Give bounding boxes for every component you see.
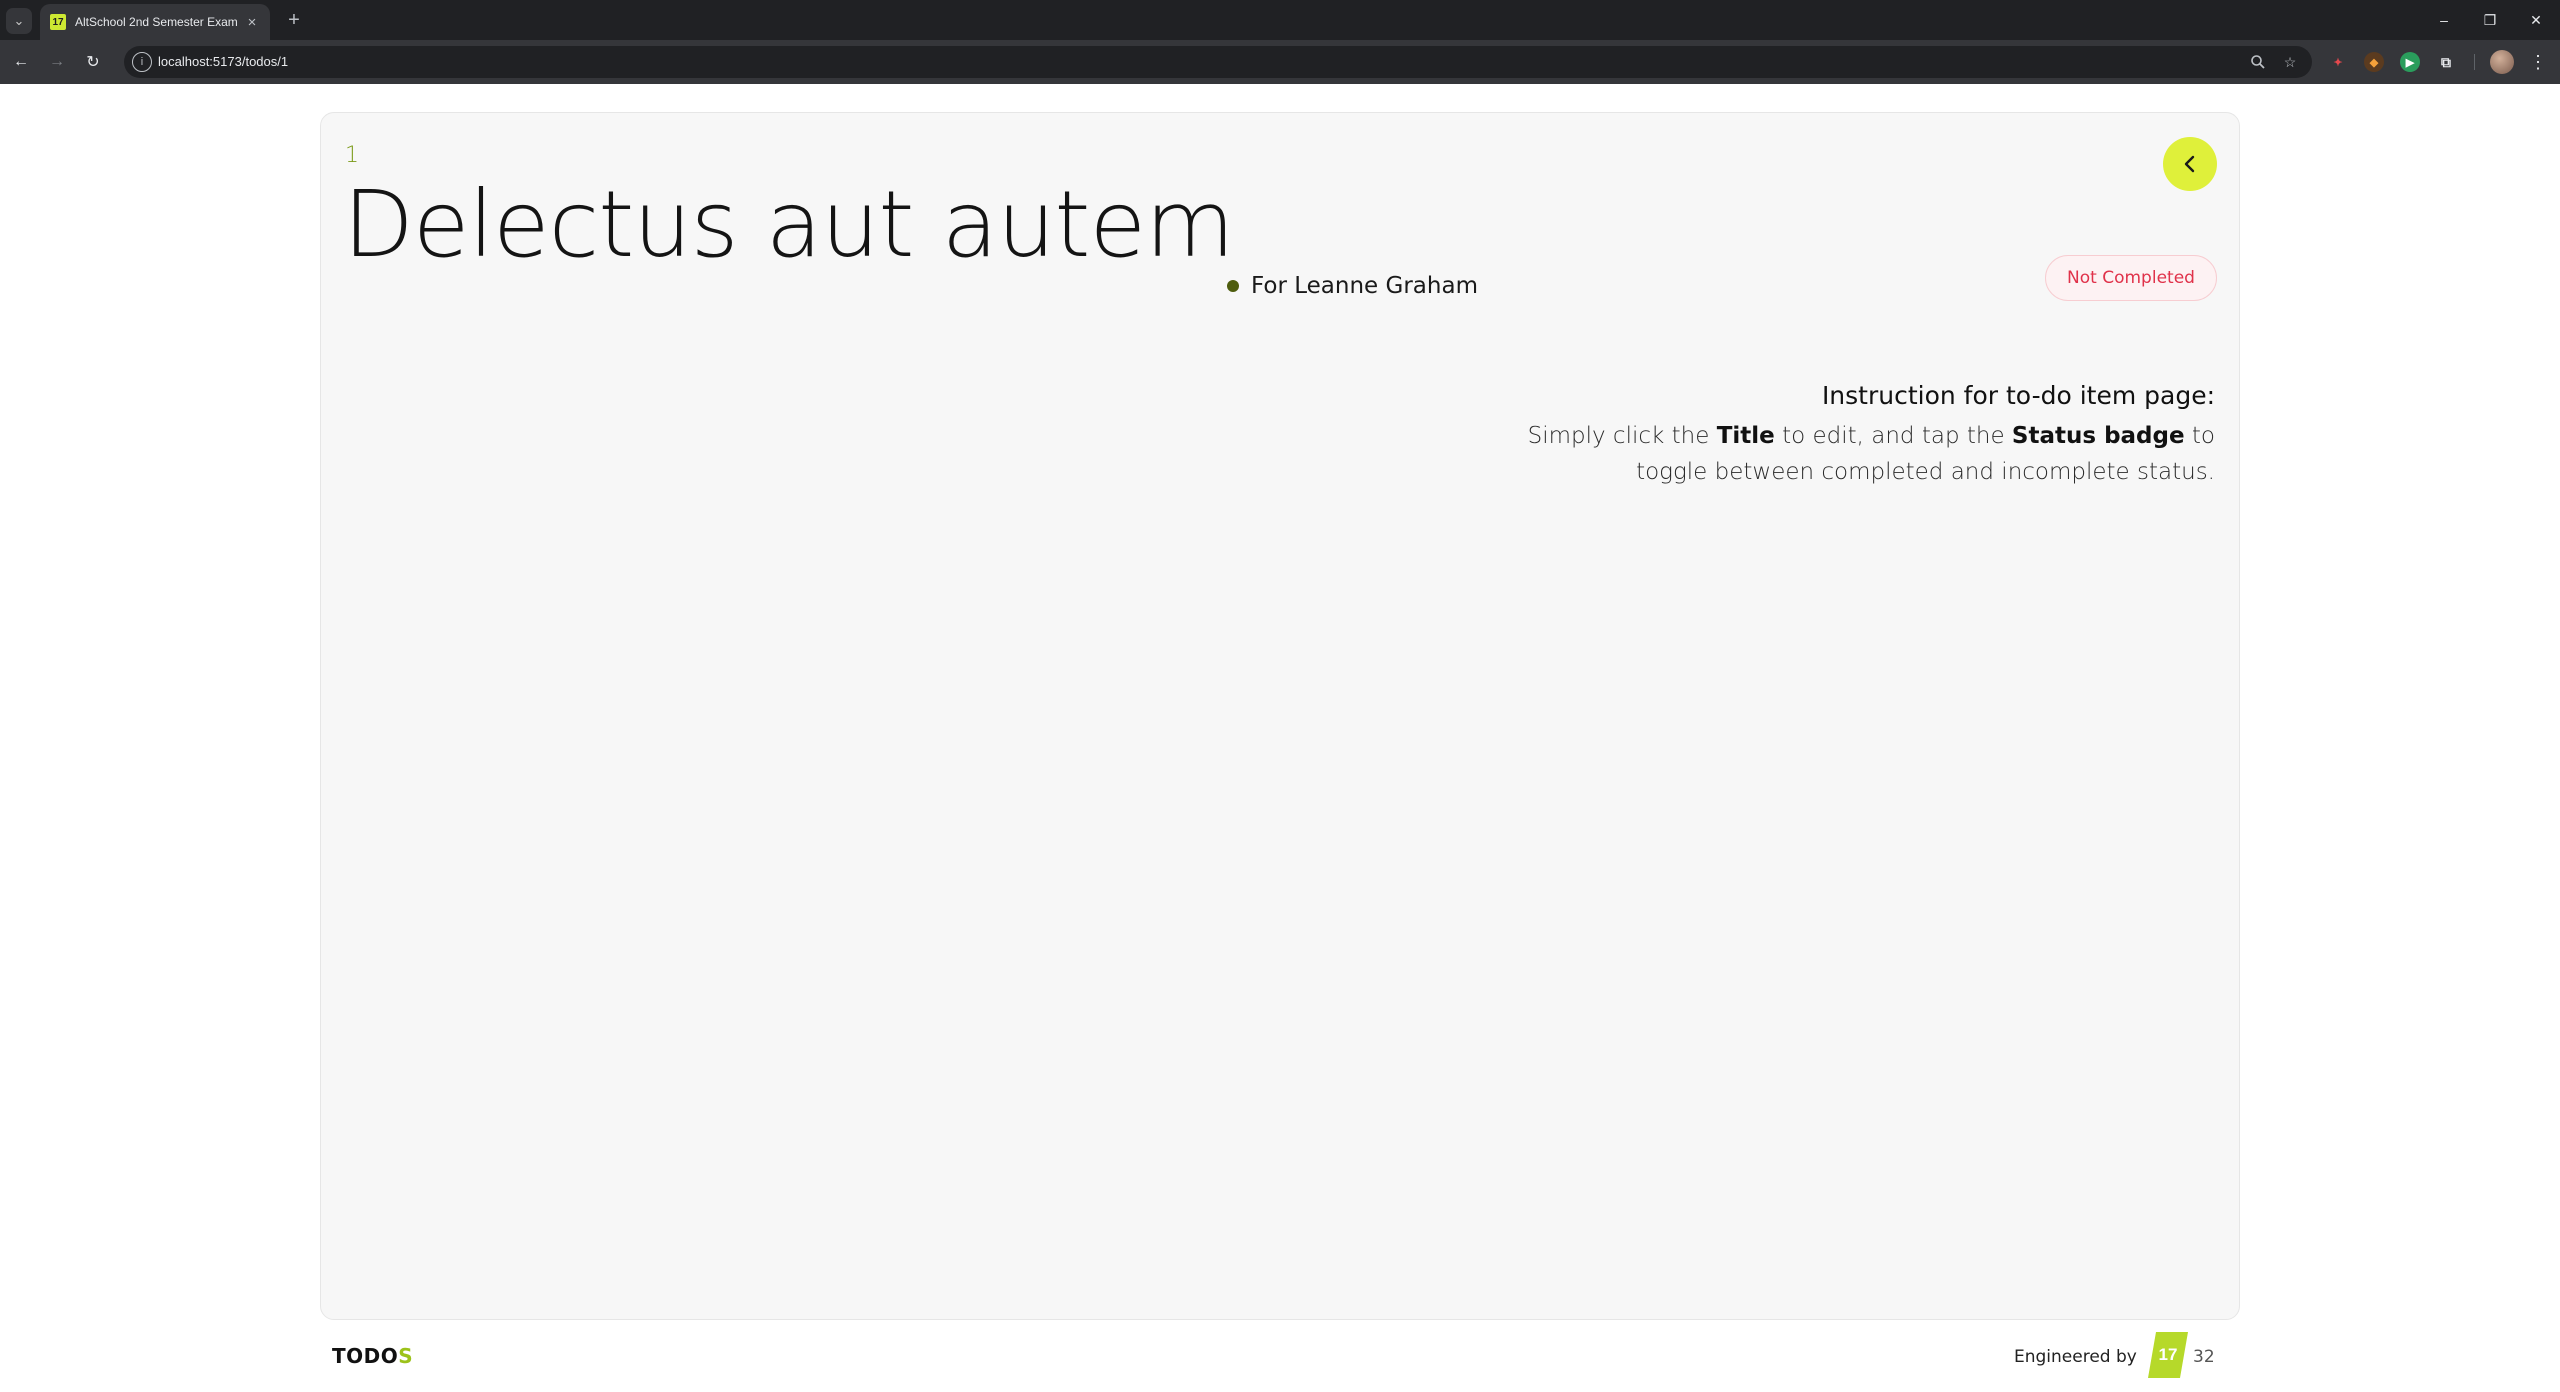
todo-title[interactable]: Delectus aut autem [343,171,1235,278]
zoom-icon[interactable] [2248,52,2268,72]
todo-detail-card: 1 Delectus aut autem Not Completed For L… [320,112,2240,1320]
reload-icon[interactable]: ↻ [80,49,106,75]
toolbar-divider [2474,54,2475,70]
extension-pin-icon[interactable]: ✦ [2328,52,2348,72]
engineered-by-label: Engineered by [2014,1347,2137,1367]
browser-tab[interactable]: 17 AltSchool 2nd Semester Exam × [40,4,270,40]
instructions-text-part: Simply click the [1527,423,1717,449]
assignee-label: For Leanne Graham [1251,273,1478,299]
instructions-heading: Instruction for to-do item page: [1821,381,2215,410]
todo-id: 1 [345,143,359,168]
instructions-panel: Instruction for to-do item page: Simply … [1455,381,2215,490]
browser-toolbar: ← → ↻ i localhost:5173/todos/1 ☆ ✦ ◆ ▶ ⧉… [0,40,2560,84]
extension-green-icon[interactable]: ▶ [2400,52,2420,72]
browser-tab-bar: ⌄ 17 AltSchool 2nd Semester Exam × + – ❐… [0,0,2560,40]
window-close-icon[interactable]: ✕ [2516,6,2556,34]
brand-accent: S [398,1344,414,1368]
author-logo-number: 32 [2193,1347,2215,1367]
assignee: For Leanne Graham [1227,273,1478,299]
favicon-icon: 17 [50,14,66,30]
forward-arrow-icon[interactable]: → [44,49,70,75]
back-button[interactable] [2163,137,2217,191]
restore-icon[interactable]: ❐ [2470,6,2510,34]
minimize-icon[interactable]: – [2424,6,2464,34]
back-arrow-icon[interactable]: ← [8,49,34,75]
bookmark-star-icon[interactable]: ☆ [2280,52,2300,72]
author-logo-icon[interactable]: 17 [2148,1332,2188,1378]
chevron-left-icon [2184,155,2195,173]
site-info-icon[interactable]: i [132,52,152,72]
brand-main: TODO [332,1344,399,1368]
new-tab-plus-icon[interactable]: + [282,8,306,32]
assignee-dot-icon [1227,280,1239,292]
status-badge[interactable]: Not Completed [2045,255,2217,301]
instructions-text: Simply click the Title to edit, and tap … [1455,418,2215,490]
instructions-bold-title: Title [1716,423,1775,449]
more-vertical-icon[interactable]: ⋮ [2528,50,2548,74]
instructions-bold-status: Status badge [2011,423,2185,449]
tab-title: AltSchool 2nd Semester Exam [75,15,238,29]
address-bar[interactable]: i localhost:5173/todos/1 ☆ [124,46,2312,78]
url-text[interactable]: localhost:5173/todos/1 [158,54,288,69]
brand-logo[interactable]: TODOS [332,1344,413,1368]
profile-avatar[interactable] [2490,50,2514,74]
extension-shield-icon[interactable]: ◆ [2364,52,2384,72]
instructions-text-part: to edit, and tap the [1774,423,2012,449]
tab-list-chevron-down-icon[interactable]: ⌄ [6,8,32,34]
extensions-puzzle-icon[interactable]: ⧉ [2436,52,2456,72]
close-tab-icon[interactable]: × [244,14,260,31]
